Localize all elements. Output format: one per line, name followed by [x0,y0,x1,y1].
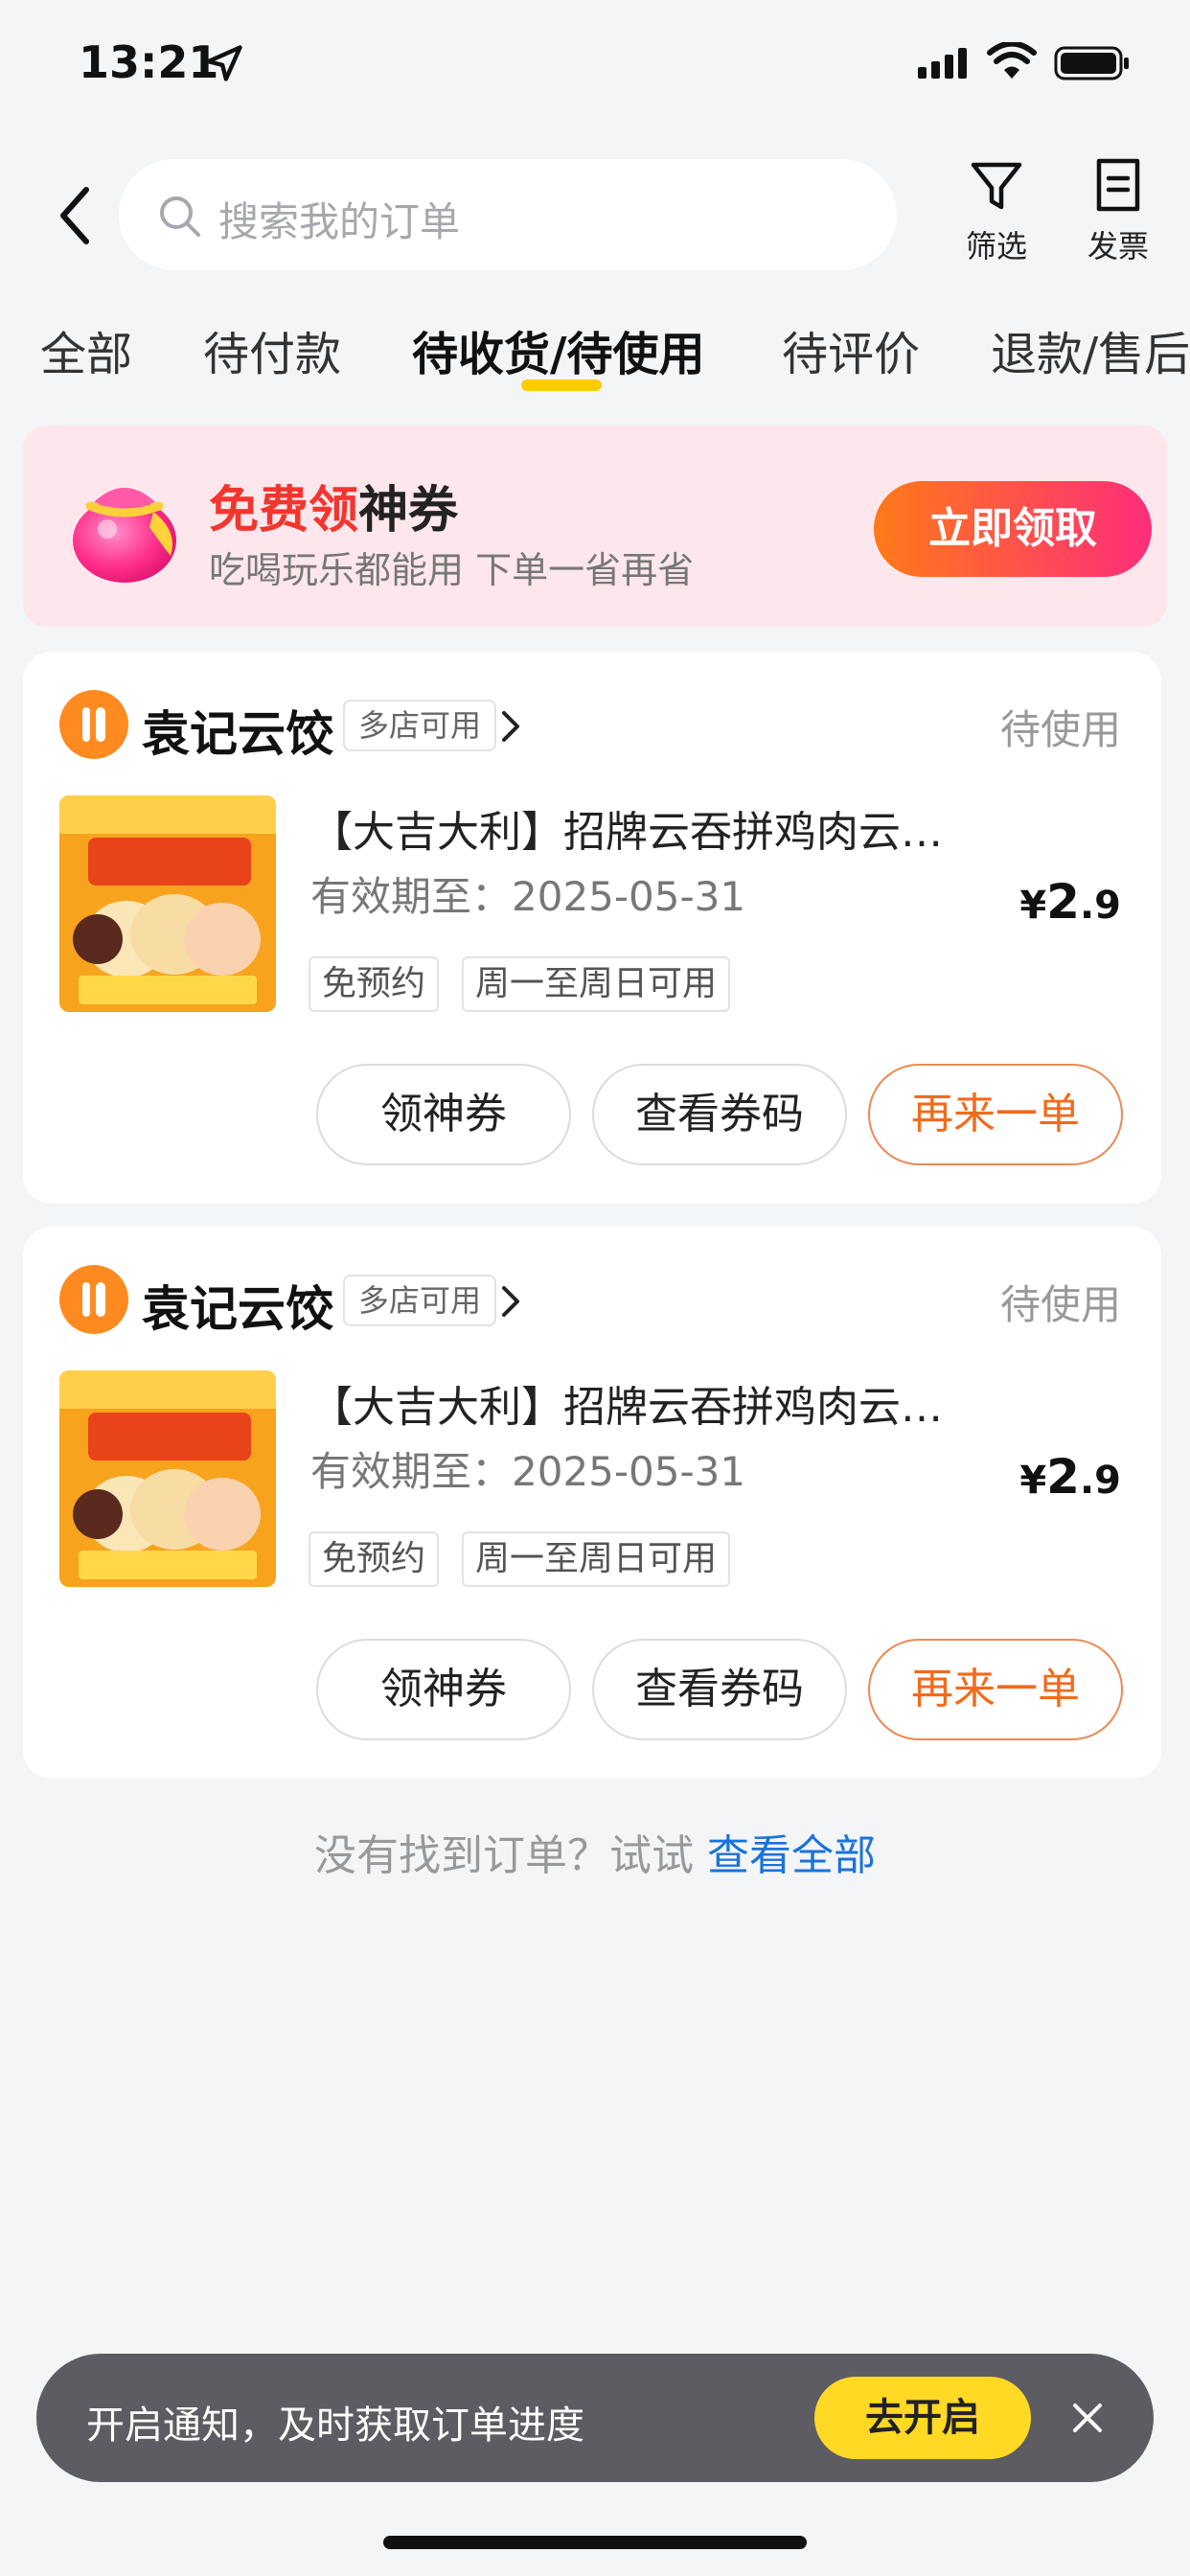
cellular-signal-icon [918,48,967,79]
order-card[interactable]: 袁记云饺 多店可用 待使用 【大吉大利】招牌云吞拼鸡肉云… 有效期至：2025-… [23,652,1161,1204]
tag-available-all-week: 周一至周日可用 [462,1531,731,1587]
item-title[interactable]: 【大吉大利】招牌云吞拼鸡肉云… [310,797,981,859]
promo-subtitle: 吃喝玩乐都能用 下单一省再省 [209,549,695,591]
tag-no-reservation: 免预约 [309,1531,440,1587]
tab-to-receive-use[interactable]: 待收货/待使用 [412,316,705,383]
chevron-right-icon[interactable] [496,1282,525,1321]
search-input[interactable]: 搜索我的订单 [119,159,897,270]
view-all-link[interactable]: 查看全部 [707,1831,876,1880]
battery-icon [1054,46,1129,80]
restaurant-icon [59,1265,128,1334]
multi-store-badge: 多店可用 [343,700,497,751]
back-icon[interactable] [48,182,105,249]
product-thumbnail[interactable] [59,795,276,1012]
promo-title: 免费领神券 [209,470,458,541]
filter-icon [971,162,1022,210]
chevron-right-icon[interactable] [496,707,525,746]
filter-label: 筛选 [965,228,1027,264]
promo-title-highlight: 免费领 [209,482,359,540]
reorder-button[interactable]: 再来一单 [868,1064,1123,1165]
claim-coupon-button[interactable]: 领神券 [316,1639,571,1740]
search-placeholder: 搜索我的订单 [218,198,461,245]
tab-pending-payment[interactable]: 待付款 [203,316,341,383]
order-card[interactable]: 袁记云饺 多店可用 待使用 【大吉大利】招牌云吞拼鸡肉云… 有效期至：2025-… [23,1227,1161,1779]
price-integer: 2 [1046,1449,1080,1505]
multi-store-badge: 多店可用 [343,1275,497,1326]
item-expiry: 有效期至：2025-05-31 [310,1448,746,1495]
order-status: 待使用 [999,706,1121,753]
tab-to-review[interactable]: 待评价 [782,316,920,383]
home-indicator [383,2536,807,2549]
tab-active-indicator [521,380,602,391]
status-time: 13:21 [79,36,219,88]
lucky-bag-icon [73,488,176,583]
enable-notifications-button[interactable]: 去开启 [814,2377,1031,2459]
tab-all[interactable]: 全部 [40,316,132,383]
item-expiry: 有效期至：2025-05-31 [310,873,746,920]
location-arrow-icon [206,45,242,81]
price: ¥2.9 [1019,1449,1121,1505]
view-voucher-code-button[interactable]: 查看券码 [592,1064,847,1165]
price-decimal: .9 [1079,884,1121,928]
order-tabs: 全部 待付款 待收货/待使用 待评价 退款/售后 [0,307,1190,402]
tab-refund-aftersale[interactable]: 退款/售后 [991,316,1190,383]
price-currency: ¥ [1019,884,1047,928]
tag-available-all-week: 周一至周日可用 [462,956,731,1012]
shop-name[interactable]: 袁记云饺 [142,1271,333,1340]
price-currency: ¥ [1019,1459,1047,1503]
claim-now-button[interactable]: 立即领取 [874,481,1152,577]
promo-title-rest: 神券 [358,482,459,540]
wifi-icon [987,42,1037,79]
notification-toast: 开启通知，及时获取订单进度 去开启 [36,2354,1154,2482]
tag-no-reservation: 免预约 [309,956,440,1012]
item-title[interactable]: 【大吉大利】招牌云吞拼鸡肉云… [310,1372,981,1434]
price-decimal: .9 [1079,1459,1121,1503]
coupon-promo-banner[interactable]: 免费领神券 吃喝玩乐都能用 下单一省再省 立即领取 [23,426,1167,627]
price: ¥2.9 [1019,874,1121,930]
invoice-label: 发票 [1087,228,1149,264]
order-status: 待使用 [999,1281,1121,1328]
price-integer: 2 [1046,874,1080,930]
invoice-button[interactable]: 发票 [1070,157,1166,266]
search-icon [160,196,200,237]
toast-message: 开启通知，及时获取订单进度 [86,2404,584,2448]
claim-coupon-button[interactable]: 领神券 [316,1064,571,1165]
not-found-hint: 没有找到订单？试试 查看全部 [0,1821,1190,1882]
product-thumbnail[interactable] [59,1370,276,1587]
status-bar: 13:21 [0,0,1190,134]
view-voucher-code-button[interactable]: 查看券码 [592,1639,847,1740]
filter-button[interactable]: 筛选 [949,157,1044,266]
not-found-text: 没有找到订单？试试 [314,1831,694,1880]
close-icon[interactable] [1064,2394,1111,2442]
shop-name[interactable]: 袁记云饺 [142,696,333,765]
reorder-button[interactable]: 再来一单 [868,1639,1123,1740]
restaurant-icon [59,690,128,759]
invoice-icon [1096,158,1140,212]
header: 搜索我的订单 筛选 发票 [0,153,1190,278]
